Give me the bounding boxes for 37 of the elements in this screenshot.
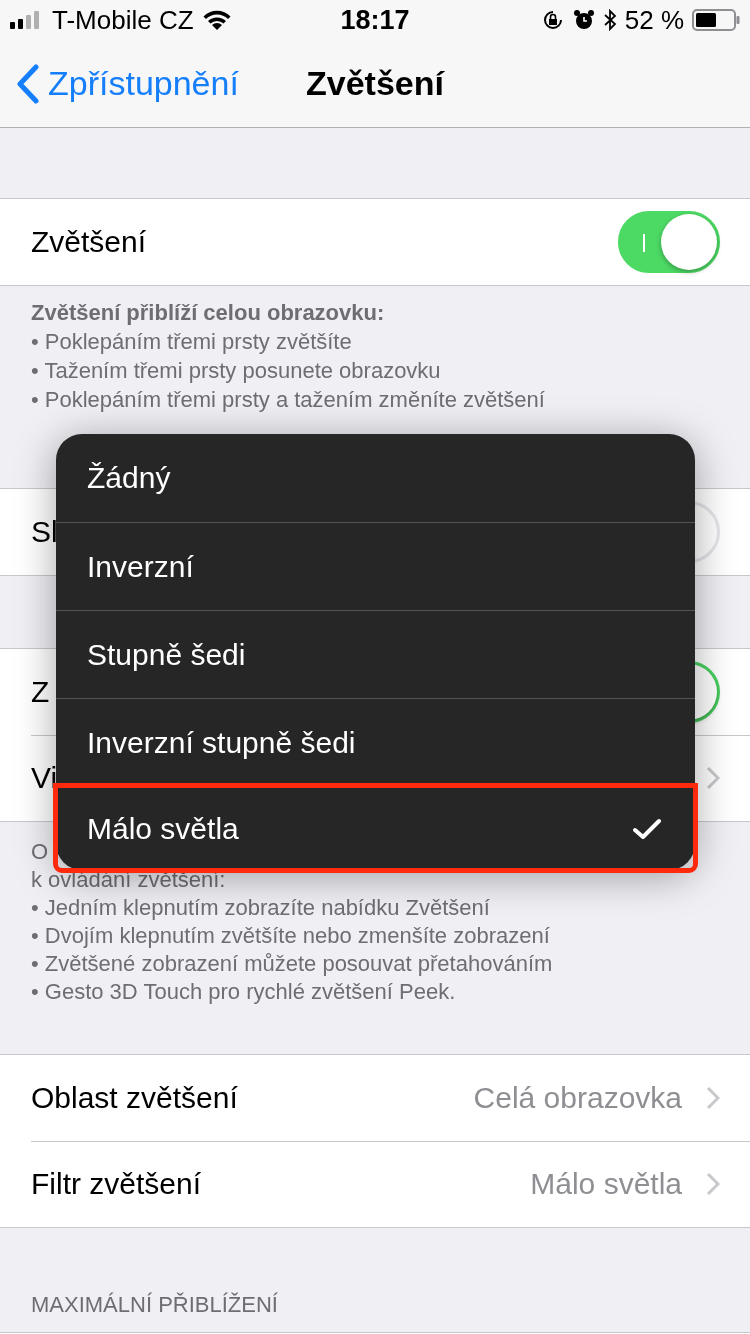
page-title: Zvětšení: [306, 64, 444, 103]
back-button[interactable]: Zpřístupnění: [0, 63, 239, 104]
toggle-switch[interactable]: [618, 211, 720, 273]
setting-value: Málo světla: [530, 1167, 682, 1201]
carrier-name: T-Mobile CZ: [52, 4, 194, 36]
footer-title: Zvětšení přiblíží celou obrazovku:: [31, 299, 386, 327]
clock-time: 18:17: [339, 4, 411, 36]
setting-label: Z: [31, 675, 51, 709]
bluetooth-icon: [602, 8, 617, 32]
footer-text: • Jedním klepnutím zobrazíte nabídku Zvětšení: [31, 894, 491, 922]
chevron-icon: [706, 766, 720, 790]
menu-item[interactable]: Inverzní: [56, 522, 695, 610]
alarm-icon: [572, 9, 595, 31]
setting-value: Celá obrazovka: [473, 1081, 682, 1115]
chevron-icon: [706, 1172, 720, 1196]
section-header: MAXIMÁLNÍ PŘIBLÍŽENÍ: [30, 1291, 279, 1319]
setting-label: Sl: [31, 515, 59, 549]
menu-item[interactable]: Inverzní stupně šedi: [56, 698, 695, 786]
footer-text: • Zvětšené zobrazení můžete posouvat přetahováním: [31, 950, 554, 978]
back-chevron-icon: [16, 63, 40, 104]
footer-text: • Poklepáním třemi prsty a tažením změníte zvětšení: [31, 386, 546, 414]
footer-text: • Gesto 3D Touch pro rychlé zvětšení Peek.: [31, 978, 457, 1006]
setting-label: Filtr zvětšení: [31, 1167, 203, 1201]
wifi-icon: [201, 9, 232, 31]
footer-text: • Dvojím klepnutím zvětšíte nebo zmenšíte zobrazení: [31, 922, 551, 950]
menu-item[interactable]: Žádný: [56, 434, 695, 522]
setting-label: Oblast zvětšení: [31, 1081, 239, 1115]
setting-label: Zvětšení: [31, 225, 148, 259]
menu-item[interactable]: Málo světla: [56, 786, 695, 870]
battery-icon: [692, 9, 740, 31]
battery-percent: 52 %: [624, 4, 684, 36]
checkmark-icon: [633, 817, 661, 840]
footer-text: O: [31, 838, 50, 866]
footer-text: • Tažením třemi prsty posunete obrazovku: [31, 357, 442, 385]
menu-item[interactable]: Stupně šedi: [56, 610, 695, 698]
chevron-icon: [706, 1086, 720, 1110]
footer-text: • Poklepáním třemi prsty zvětšíte: [31, 328, 353, 356]
